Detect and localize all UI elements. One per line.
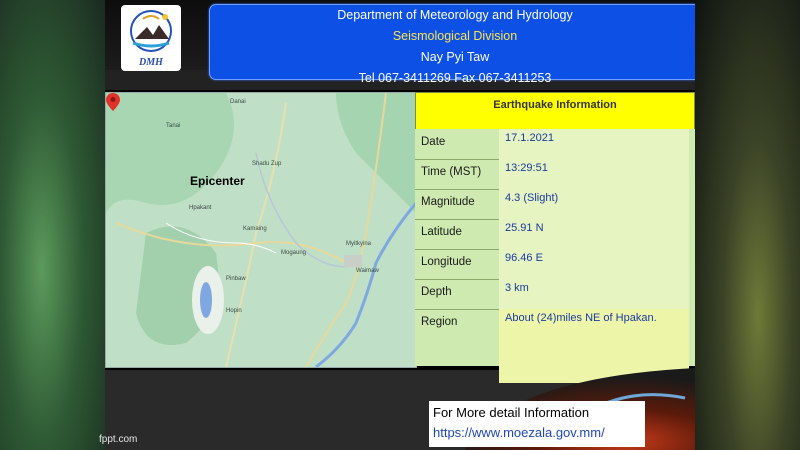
row-label: Time (MST) bbox=[421, 166, 482, 178]
earthquake-info-table: Earthquake Information Date 17.1.2021 Ti… bbox=[415, 92, 695, 383]
right-blur-band bbox=[695, 0, 800, 450]
table-row: Date 17.1.2021 bbox=[415, 129, 695, 160]
left-blur-band bbox=[0, 0, 105, 450]
map-place-label: Mogaung bbox=[281, 250, 307, 256]
table-row: Depth 3 km bbox=[415, 279, 695, 310]
row-value: 25.91 N bbox=[505, 222, 544, 234]
template-credit: fppt.com bbox=[99, 434, 138, 445]
row-value: 4.3 (Slight) bbox=[505, 192, 559, 204]
map-place-label: Danai bbox=[230, 99, 246, 105]
epicenter-label: Epicenter bbox=[190, 174, 245, 188]
map-place-label: Pinbaw bbox=[226, 276, 246, 282]
table-title: Earthquake Information bbox=[415, 92, 695, 130]
dmh-emblem-icon bbox=[130, 10, 172, 52]
header-city: Nay Pyi Taw bbox=[420, 50, 490, 64]
row-value: 13:29:51 bbox=[505, 162, 548, 174]
row-value: 3 km bbox=[505, 282, 529, 294]
row-label: Depth bbox=[421, 286, 452, 298]
row-label: Region bbox=[421, 316, 458, 328]
map-place-label: Waimaw bbox=[356, 268, 379, 274]
row-label: Latitude bbox=[421, 226, 462, 238]
dmh-logo: DMH bbox=[121, 5, 181, 71]
table-row: Latitude 25.91 N bbox=[415, 219, 695, 250]
row-value: About (24)miles NE of Hpakan. bbox=[505, 312, 657, 324]
row-label: Longitude bbox=[421, 256, 472, 268]
table-row: Region About (24)miles NE of Hpakan. bbox=[415, 309, 695, 383]
table-row: Longitude 96.46 E bbox=[415, 249, 695, 280]
more-info-link[interactable]: https://www.moezala.gov.mm/ bbox=[433, 425, 605, 440]
table-body: Date 17.1.2021 Time (MST) 13:29:51 Magni… bbox=[415, 129, 695, 383]
table-row: Time (MST) 13:29:51 bbox=[415, 159, 695, 190]
table-row: Magnitude 4.3 (Slight) bbox=[415, 189, 695, 220]
header-division: Seismological Division bbox=[392, 29, 518, 43]
header-banner: Department of Meteorology and Hydrology … bbox=[209, 4, 695, 85]
map-place-label: Hpakant bbox=[189, 205, 212, 211]
row-label: Magnitude bbox=[421, 196, 475, 208]
row-label: Date bbox=[421, 136, 446, 148]
map-place-label: Tanai bbox=[166, 123, 181, 129]
more-info-text: For More detail Information bbox=[433, 405, 590, 420]
row-value: 96.46 E bbox=[505, 252, 543, 264]
header-department: Department of Meteorology and Hydrology bbox=[337, 8, 573, 22]
row-value: 17.1.2021 bbox=[505, 132, 554, 144]
location-pin-icon bbox=[106, 93, 120, 111]
logo-text: DMH bbox=[139, 57, 163, 68]
map-place-label: Hopin bbox=[226, 308, 242, 314]
map-place-label: Kamaing bbox=[243, 226, 267, 232]
more-info-box: For More detail Information https://www.… bbox=[429, 401, 645, 447]
map-place-label: Myitkyina bbox=[346, 241, 372, 247]
map-place-label: Shadu Zup bbox=[252, 161, 282, 167]
slide: DMH Department of Meteorology and Hydrol… bbox=[105, 0, 695, 450]
epicenter-map: Danai Shadu Zup Hpakant Kamaing Myitkyin… bbox=[105, 92, 417, 368]
header-contact: Tel 067-3411269 Fax 067-3411253 bbox=[358, 71, 552, 85]
